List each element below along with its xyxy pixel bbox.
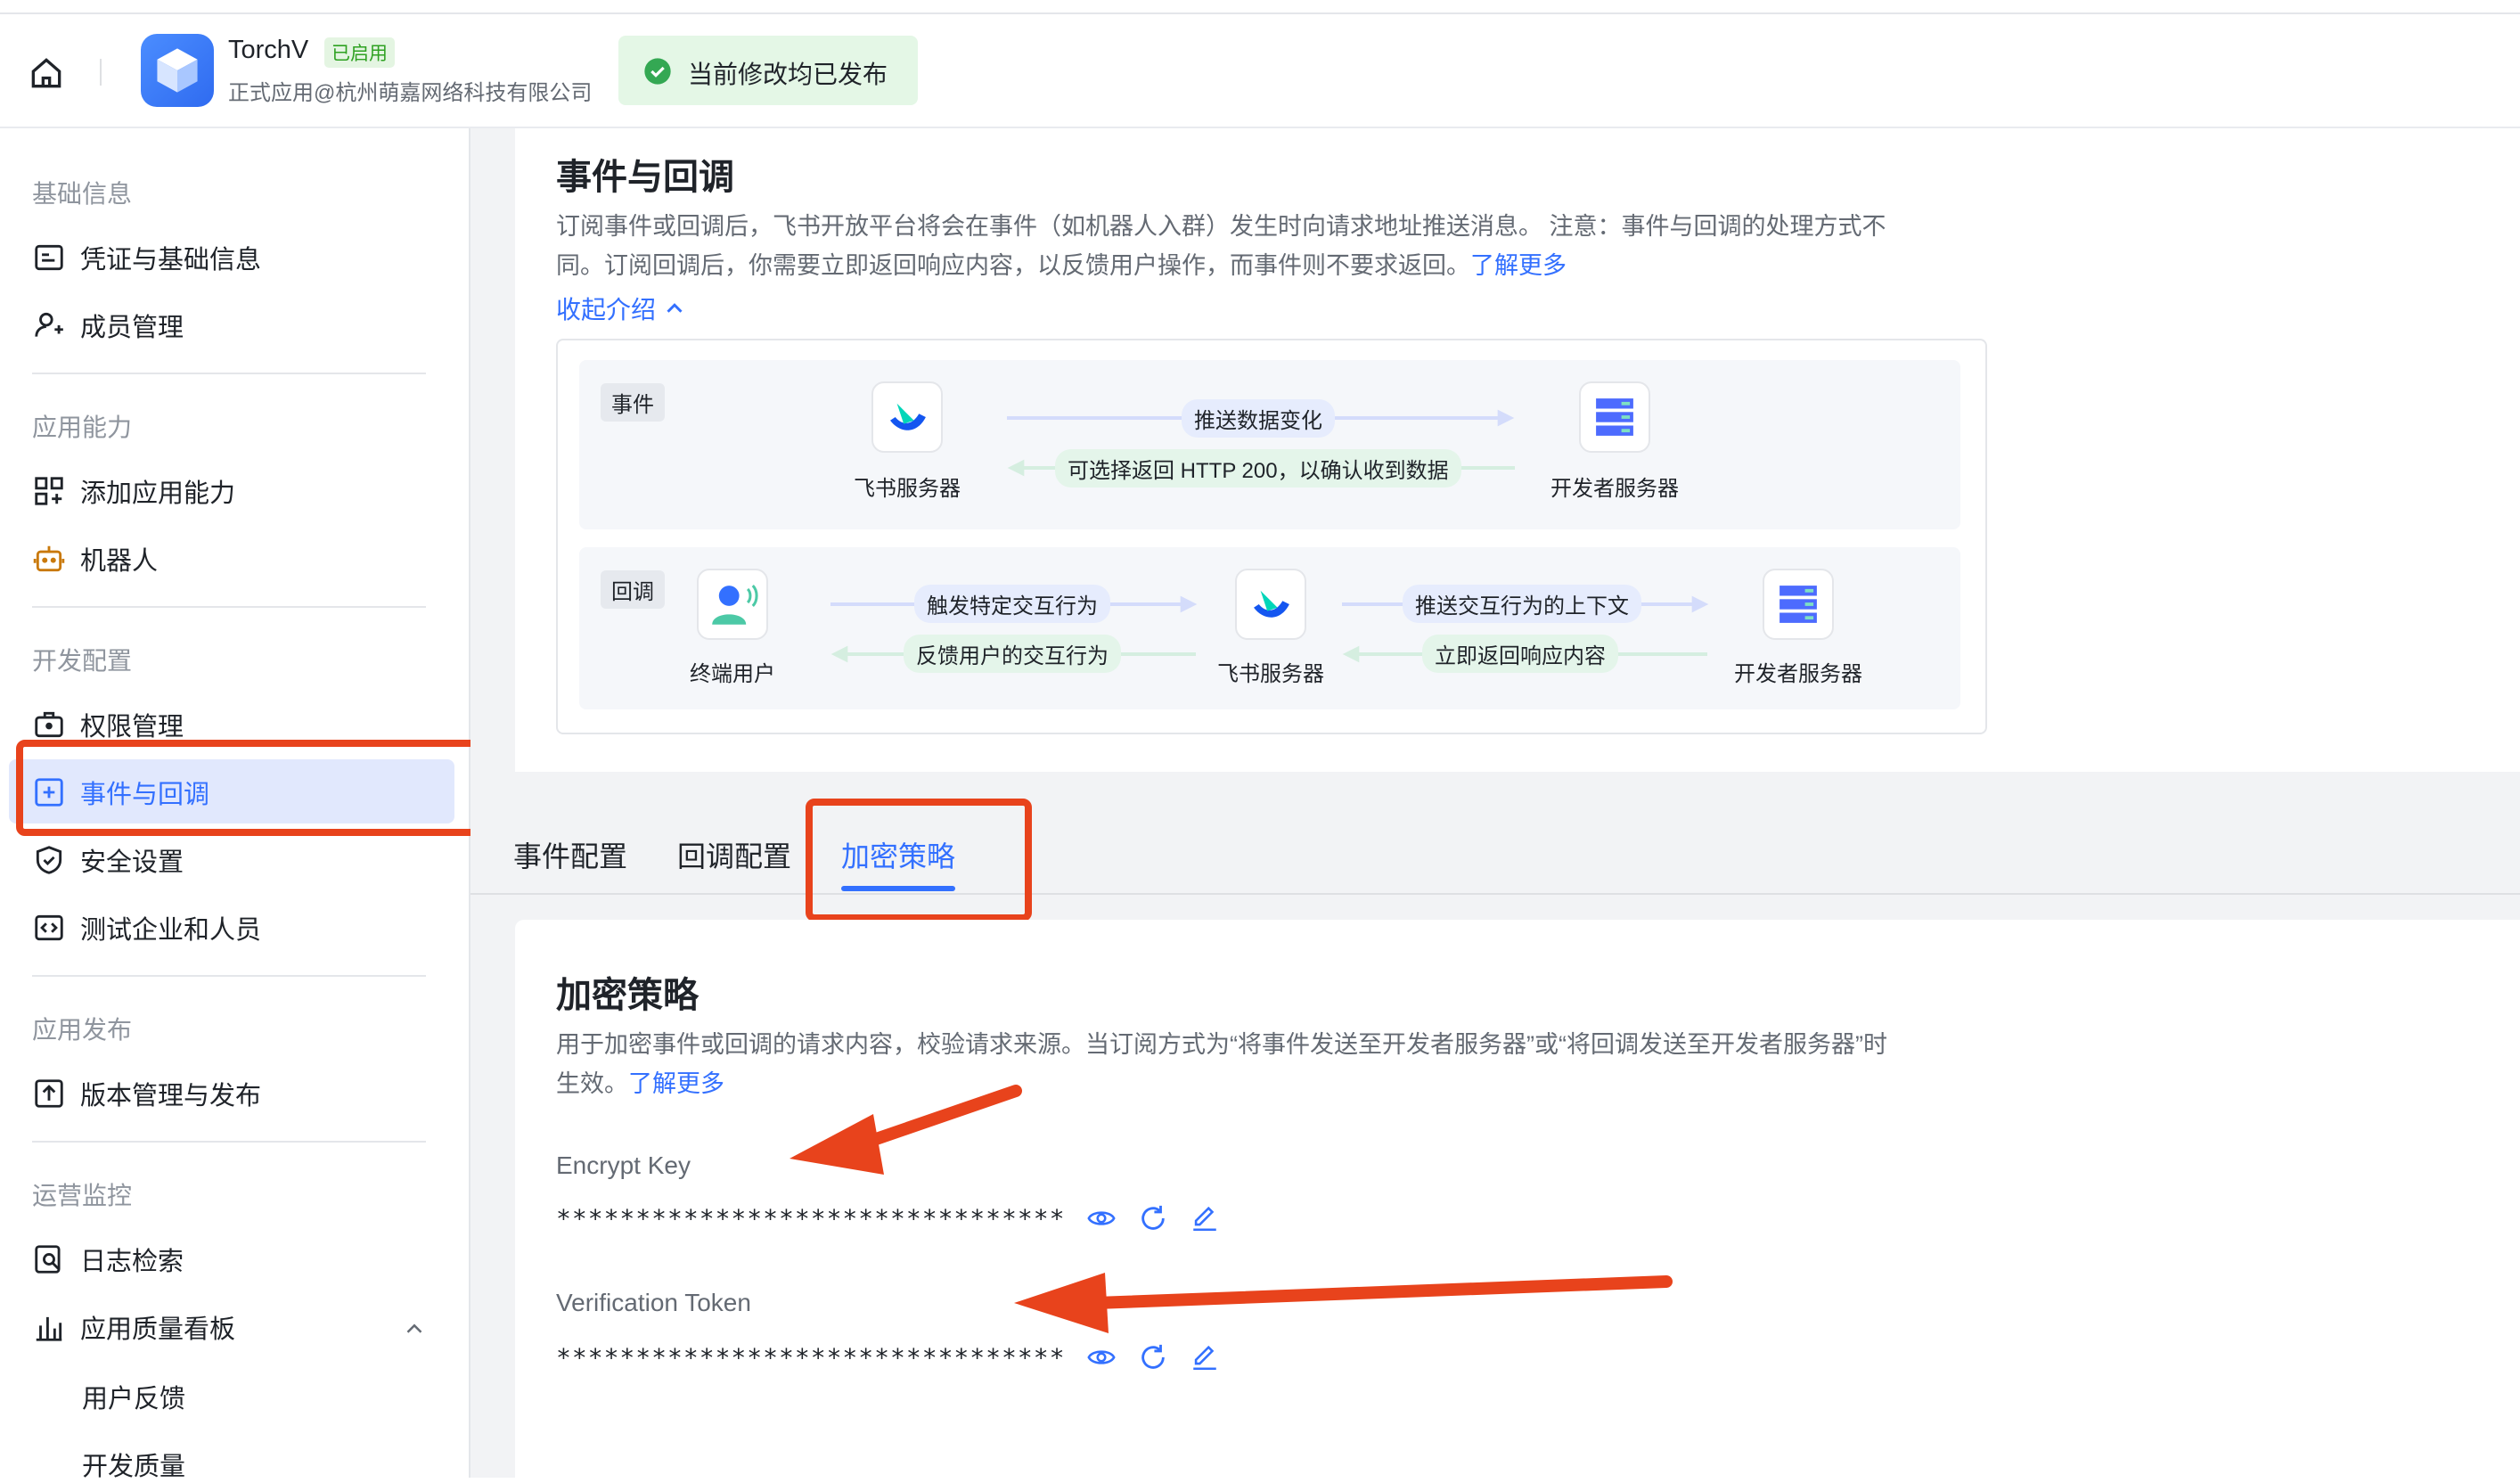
annotation-arrow-line <box>849 1085 1022 1152</box>
annotation-arrow-line <box>1090 1275 1673 1309</box>
annotation-arrows <box>790 1085 1673 1333</box>
annotation-arrow-head <box>790 1114 884 1175</box>
annotation-arrow-head <box>1014 1273 1109 1333</box>
